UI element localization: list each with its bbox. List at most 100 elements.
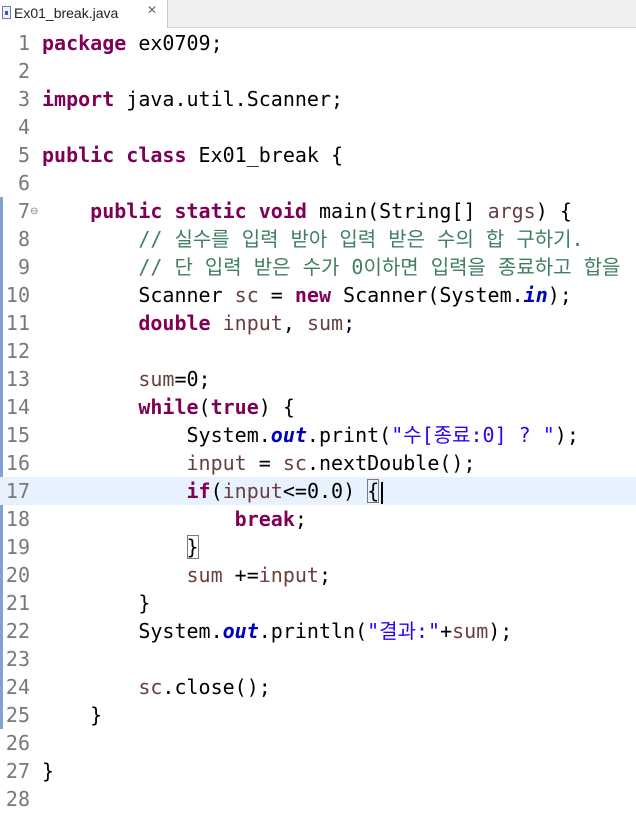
code-line[interactable]: 12: [0, 337, 636, 365]
code-line[interactable]: 11 double input, sum;: [0, 309, 636, 337]
code-token: =0;: [174, 367, 211, 391]
line-number: 6: [17, 171, 30, 195]
line-number: 10: [5, 283, 30, 307]
close-icon[interactable]: ✕: [147, 3, 157, 17]
code-token: .println(: [258, 619, 368, 643]
code-token: double: [138, 311, 211, 335]
line-number: 5: [17, 143, 30, 167]
code-token: "결과:": [367, 619, 441, 643]
line-number: 4: [17, 115, 30, 139]
line-number: 19: [5, 535, 30, 559]
editor-tab-ex01-break[interactable]: Ex01_break.java ✕: [0, 0, 168, 28]
code-token: +=: [222, 563, 259, 587]
code-token: ) {: [535, 199, 572, 223]
code-token: sc: [234, 283, 259, 307]
code-line[interactable]: 21 }: [0, 589, 636, 617]
line-number: 12: [5, 339, 30, 363]
code-text: }: [42, 757, 54, 785]
code-line[interactable]: 10 Scanner sc = new Scanner(System.in);: [0, 281, 636, 309]
code-editor[interactable]: 1 package ex0709; 2 3 import java.util.Scann…: [0, 28, 636, 811]
code-line[interactable]: 6: [0, 169, 636, 197]
code-line[interactable]: 23: [0, 645, 636, 673]
code-line[interactable]: 17 if(input<=0.0) {: [0, 477, 636, 505]
code-line[interactable]: 24 sc.close();: [0, 673, 636, 701]
fold-collapse-icon[interactable]: ⊖: [30, 198, 38, 226]
line-number: 25: [5, 703, 30, 727]
code-token: input: [186, 451, 247, 475]
code-token: sc: [282, 451, 307, 475]
code-token: ex0709;: [126, 31, 223, 55]
line-number: 23: [5, 647, 30, 671]
code-line[interactable]: 19 }: [0, 533, 636, 561]
code-token: );: [554, 423, 579, 447]
code-token: sc: [138, 675, 163, 699]
code-token: out: [270, 423, 307, 447]
code-line[interactable]: 9 // 단 입력 받은 수가 0이하면 입력을 종료하고 합을: [0, 253, 636, 281]
code-text: input = sc.nextDouble();: [42, 449, 476, 477]
code-token: }: [186, 535, 199, 559]
code-token: }: [42, 703, 103, 727]
code-line[interactable]: 5 public class Ex01_break {: [0, 141, 636, 169]
code-line[interactable]: 13 sum=0;: [0, 365, 636, 393]
code-line[interactable]: 2: [0, 57, 636, 85]
line-number: 14: [5, 395, 30, 419]
code-token: sum: [186, 563, 223, 587]
code-line[interactable]: 18 break;: [0, 505, 636, 533]
code-line[interactable]: 20 sum +=input;: [0, 561, 636, 589]
code-token: System.: [42, 619, 223, 643]
code-text: while(true) {: [42, 393, 295, 421]
code-text: // 실수를 입력 받아 입력 받은 수의 합 구하기.: [42, 225, 583, 253]
code-line[interactable]: 15 System.out.print("수[종료:0] ? ");: [0, 421, 636, 449]
code-line[interactable]: 1 package ex0709;: [0, 29, 636, 57]
line-number: 7: [17, 199, 30, 223]
code-line[interactable]: 16 input = sc.nextDouble();: [0, 449, 636, 477]
code-token: input: [222, 479, 283, 503]
code-token: ,: [282, 311, 307, 335]
code-line[interactable]: 3 import java.util.Scanner;: [0, 85, 636, 113]
code-line[interactable]: 27}: [0, 757, 636, 785]
code-token: Scanner: [42, 283, 235, 307]
code-token: System.: [42, 423, 271, 447]
code-token: (: [210, 479, 223, 503]
code-token: out: [222, 619, 259, 643]
code-text: package ex0709;: [42, 29, 223, 57]
code-token: +: [440, 619, 453, 643]
code-token: input: [258, 563, 319, 587]
code-line[interactable]: 25 }: [0, 701, 636, 729]
code-token: (: [198, 395, 211, 419]
code-line[interactable]: 22 System.out.println("결과:"+sum);: [0, 617, 636, 645]
code-text: System.out.println("결과:"+sum);: [42, 617, 512, 645]
code-token: java.util.Scanner;: [114, 87, 344, 111]
line-number: 24: [5, 675, 30, 699]
code-token: sum: [452, 619, 489, 643]
code-line[interactable]: 4: [0, 113, 636, 141]
tab-label: Ex01_break.java: [14, 5, 119, 21]
code-line[interactable]: 14 while(true) {: [0, 393, 636, 421]
code-token: import: [42, 87, 115, 111]
line-number: 16: [5, 451, 30, 475]
code-line[interactable]: 26: [0, 729, 636, 757]
code-token: =: [258, 283, 295, 307]
text-caret: [381, 481, 384, 504]
code-token: ;: [343, 311, 356, 335]
code-token: );: [547, 283, 572, 307]
code-token: while: [138, 395, 199, 419]
code-token: new: [294, 283, 331, 307]
editor-tab-bar: Ex01_break.java ✕: [0, 0, 636, 28]
code-line[interactable]: 7 ⊖ public static void main(String[] args…: [0, 197, 636, 225]
code-text: public class Ex01_break {: [42, 141, 343, 169]
line-number: 22: [5, 619, 30, 643]
code-token: ;: [294, 507, 307, 531]
code-token: void: [258, 199, 307, 223]
code-line[interactable]: 8 // 실수를 입력 받아 입력 받은 수의 합 구하기.: [0, 225, 636, 253]
code-token: .close();: [162, 675, 271, 699]
code-text: }: [42, 701, 102, 729]
code-text: if(input<=0.0) {: [42, 477, 384, 505]
